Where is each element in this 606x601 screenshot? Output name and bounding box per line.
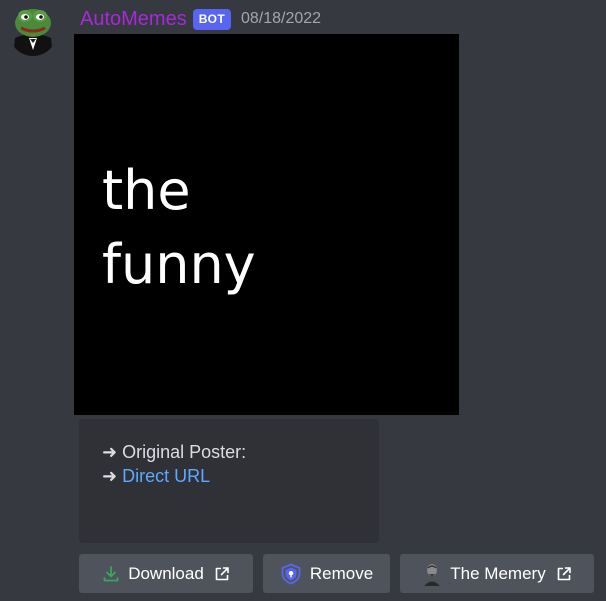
meme-text-line: the bbox=[102, 159, 191, 222]
remove-button[interactable]: Remove bbox=[263, 554, 390, 593]
shield-icon bbox=[280, 563, 302, 585]
external-link-icon bbox=[556, 566, 572, 582]
message-embed: ➜ Original Poster: ➜ Direct URL bbox=[79, 419, 379, 543]
direct-url-link[interactable]: Direct URL bbox=[122, 466, 210, 486]
timestamp: 08/18/2022 bbox=[240, 10, 322, 27]
the-memery-button-label: The Memery bbox=[450, 563, 546, 583]
meme-text-line: funny bbox=[102, 233, 256, 296]
download-button-label: Download bbox=[128, 563, 204, 583]
username[interactable]: AutoMemes bbox=[80, 6, 187, 32]
chat-message: AutoMemes BOT 08/18/2022 the funny ➜ Ori… bbox=[0, 0, 606, 601]
arrow-icon: ➜ bbox=[102, 442, 123, 462]
original-poster-label: Original Poster: bbox=[122, 442, 247, 462]
original-poster-row: ➜ Original Poster: bbox=[102, 441, 246, 463]
bot-badge: BOT bbox=[192, 8, 231, 30]
download-button[interactable]: Download bbox=[79, 554, 253, 593]
frog-avatar-icon bbox=[9, 2, 57, 56]
bot-avatar[interactable] bbox=[9, 2, 57, 56]
external-link-icon bbox=[214, 566, 230, 582]
direct-url-row: ➜ Direct URL bbox=[102, 465, 210, 487]
server-avatar-icon bbox=[422, 561, 443, 586]
download-icon bbox=[102, 565, 120, 583]
meme-image[interactable]: the funny bbox=[74, 34, 459, 415]
remove-button-label: Remove bbox=[309, 563, 374, 583]
message-header: AutoMemes BOT 08/18/2022 bbox=[80, 6, 321, 32]
arrow-icon: ➜ bbox=[102, 466, 123, 486]
the-memery-button[interactable]: The Memery bbox=[400, 554, 594, 593]
